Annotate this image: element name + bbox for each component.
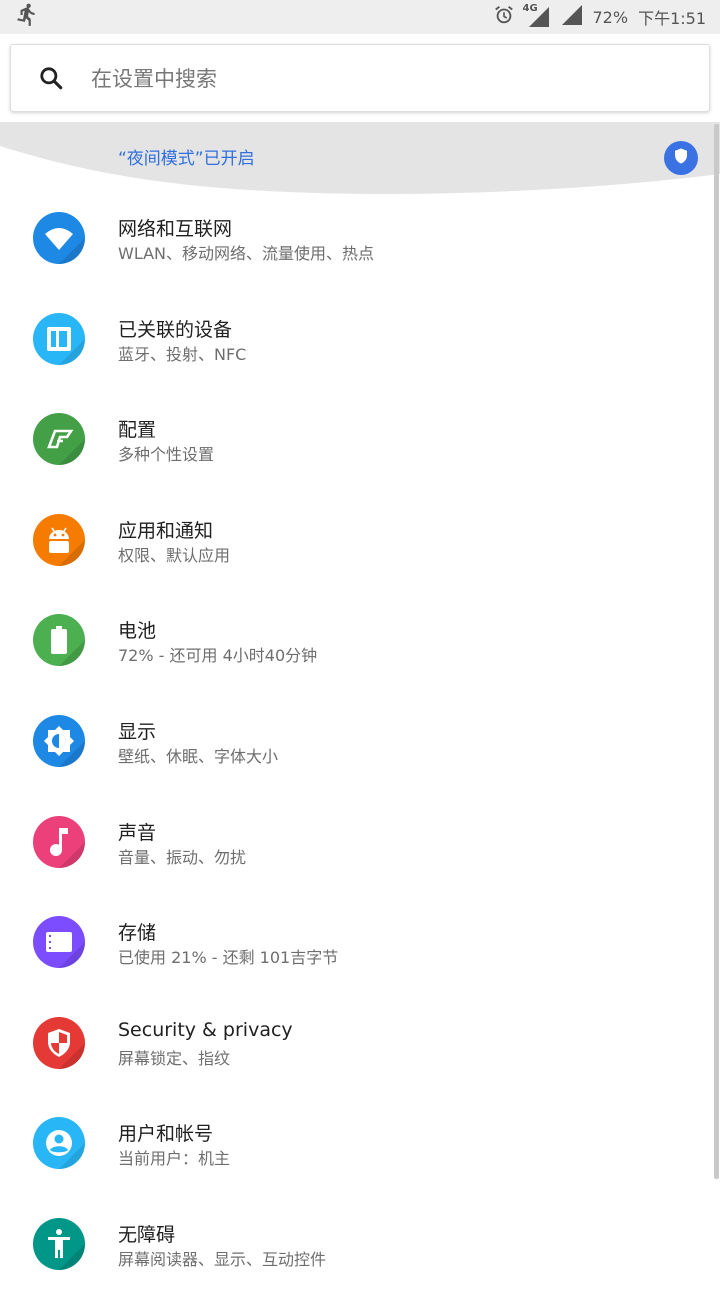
- alarm-icon: [493, 4, 515, 30]
- night-mode-banner[interactable]: “夜间模式”已开启: [0, 122, 720, 194]
- settings-item-title: 存储: [118, 922, 157, 945]
- clock: 下午1:51: [638, 9, 706, 28]
- signal-4g-icon: 4G: [523, 3, 551, 28]
- settings-item-title: Security & privacy: [118, 1018, 293, 1041]
- music-note-icon: [33, 815, 85, 868]
- settings-item-accessibility[interactable]: 无障碍 屏幕阅读器、显示、互动控件: [0, 1194, 712, 1295]
- settings-item-title: 声音: [118, 821, 157, 844]
- settings-item-customization[interactable]: 配置 多种个性设置: [0, 389, 712, 490]
- settings-item-subtitle: 72% - 还可用 4小时40分钟: [118, 646, 318, 666]
- devices-icon: [33, 312, 85, 365]
- status-bar: 4G 72% 下午1:51: [0, 0, 720, 34]
- settings-item-subtitle: 多种个性设置: [118, 445, 215, 465]
- battery-percent: 72%: [592, 7, 629, 27]
- settings-item-subtitle: 屏幕阅读器、显示、互动控件: [118, 1249, 327, 1269]
- account-icon: [33, 1117, 85, 1170]
- settings-item-network[interactable]: 网络和互联网 WLAN、移动网络、流量使用、热点: [0, 188, 712, 289]
- wifi-icon: [33, 212, 85, 264]
- settings-item-security[interactable]: Security & privacy 屏幕锁定、指纹: [0, 993, 712, 1094]
- settings-item-subtitle: 屏幕锁定、指纹: [118, 1048, 231, 1068]
- search-icon[interactable]: [11, 65, 91, 91]
- settings-item-subtitle: 权限、默认应用: [118, 545, 231, 565]
- settings-item-title: 网络和互联网: [118, 218, 233, 240]
- settings-item-storage[interactable]: 存储 已使用 21% - 还剩 101吉字节: [0, 892, 712, 993]
- settings-item-title: 电池: [118, 620, 157, 643]
- settings-item-connected-devices[interactable]: 已关联的设备 蓝牙、投射、NFC: [0, 289, 712, 390]
- settings-item-sound[interactable]: 声音 音量、振动、勿扰: [0, 792, 712, 893]
- settings-item-title: 用户和帐号: [118, 1123, 214, 1146]
- settings-item-battery[interactable]: 电池 72% - 还可用 4小时40分钟: [0, 590, 712, 691]
- settings-item-title: 显示: [118, 720, 157, 743]
- shield-icon: [672, 147, 690, 169]
- android-icon: [33, 513, 85, 566]
- settings-item-subtitle: 壁纸、休眠、字体大小: [118, 746, 279, 766]
- moon-icon: [46, 140, 76, 176]
- search-bar[interactable]: 在设置中搜索: [10, 44, 710, 112]
- night-mode-toggle-button[interactable]: [664, 141, 698, 175]
- settings-list: 网络和互联网 WLAN、移动网络、流量使用、热点 已关联的设备 蓝牙、投射、NF…: [0, 188, 712, 1295]
- settings-item-users[interactable]: 用户和帐号 当前用户：机主: [0, 1093, 712, 1194]
- storage-icon: [33, 916, 85, 969]
- brightness-icon: [33, 714, 85, 767]
- settings-item-subtitle: WLAN、移动网络、流量使用、热点: [118, 244, 375, 263]
- battery-icon: [33, 614, 85, 667]
- settings-item-subtitle: 音量、振动、勿扰: [118, 847, 247, 867]
- search-input[interactable]: 在设置中搜索: [91, 63, 217, 93]
- settings-item-title: 配置: [118, 419, 157, 442]
- night-mode-status: “夜间模式”已开启: [118, 149, 255, 169]
- running-man-icon: [14, 2, 40, 32]
- settings-item-title: 应用和通知: [118, 519, 214, 542]
- settings-item-display[interactable]: 显示 壁纸、休眠、字体大小: [0, 691, 712, 792]
- settings-item-title: 已关联的设备: [118, 318, 233, 341]
- theme-icon: [33, 413, 85, 466]
- settings-item-subtitle: 已使用 21% - 还剩 101吉字节: [118, 948, 339, 968]
- scrollbar[interactable]: [714, 124, 719, 1179]
- accessibility-icon: [33, 1217, 85, 1270]
- signal-icon: [561, 4, 583, 30]
- settings-item-subtitle: 当前用户：机主: [118, 1149, 231, 1169]
- settings-item-apps[interactable]: 应用和通知 权限、默认应用: [0, 490, 712, 591]
- security-shield-icon: [33, 1016, 85, 1069]
- settings-item-title: 无障碍: [118, 1223, 176, 1246]
- settings-item-subtitle: 蓝牙、投射、NFC: [118, 344, 247, 364]
